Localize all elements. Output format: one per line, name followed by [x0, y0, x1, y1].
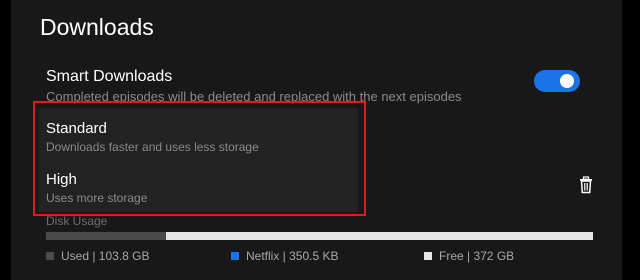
smart-downloads-toggle[interactable] [534, 70, 580, 92]
toggle-knob [560, 74, 574, 88]
disk-usage-used-fill [46, 232, 167, 240]
legend-used-swatch [46, 252, 54, 260]
trash-icon[interactable] [577, 176, 595, 194]
smart-downloads-label: Smart Downloads [46, 68, 173, 85]
legend-free-swatch [424, 252, 432, 260]
legend-free-label: Free | 372 GB [439, 249, 515, 263]
legend-netflix-swatch [231, 252, 239, 260]
legend-free: Free | 372 GB [424, 249, 514, 263]
disk-usage-label: Disk Usage [46, 214, 108, 228]
disk-usage-bar [46, 232, 593, 240]
legend-used-label: Used | 103.8 GB [61, 249, 150, 263]
legend-used: Used | 103.8 GB [46, 249, 150, 263]
annotation-highlight-box [33, 101, 366, 216]
page-title: Downloads [40, 14, 154, 40]
legend-netflix: Netflix | 350.5 KB [231, 249, 339, 263]
legend-netflix-label: Netflix | 350.5 KB [246, 249, 339, 263]
